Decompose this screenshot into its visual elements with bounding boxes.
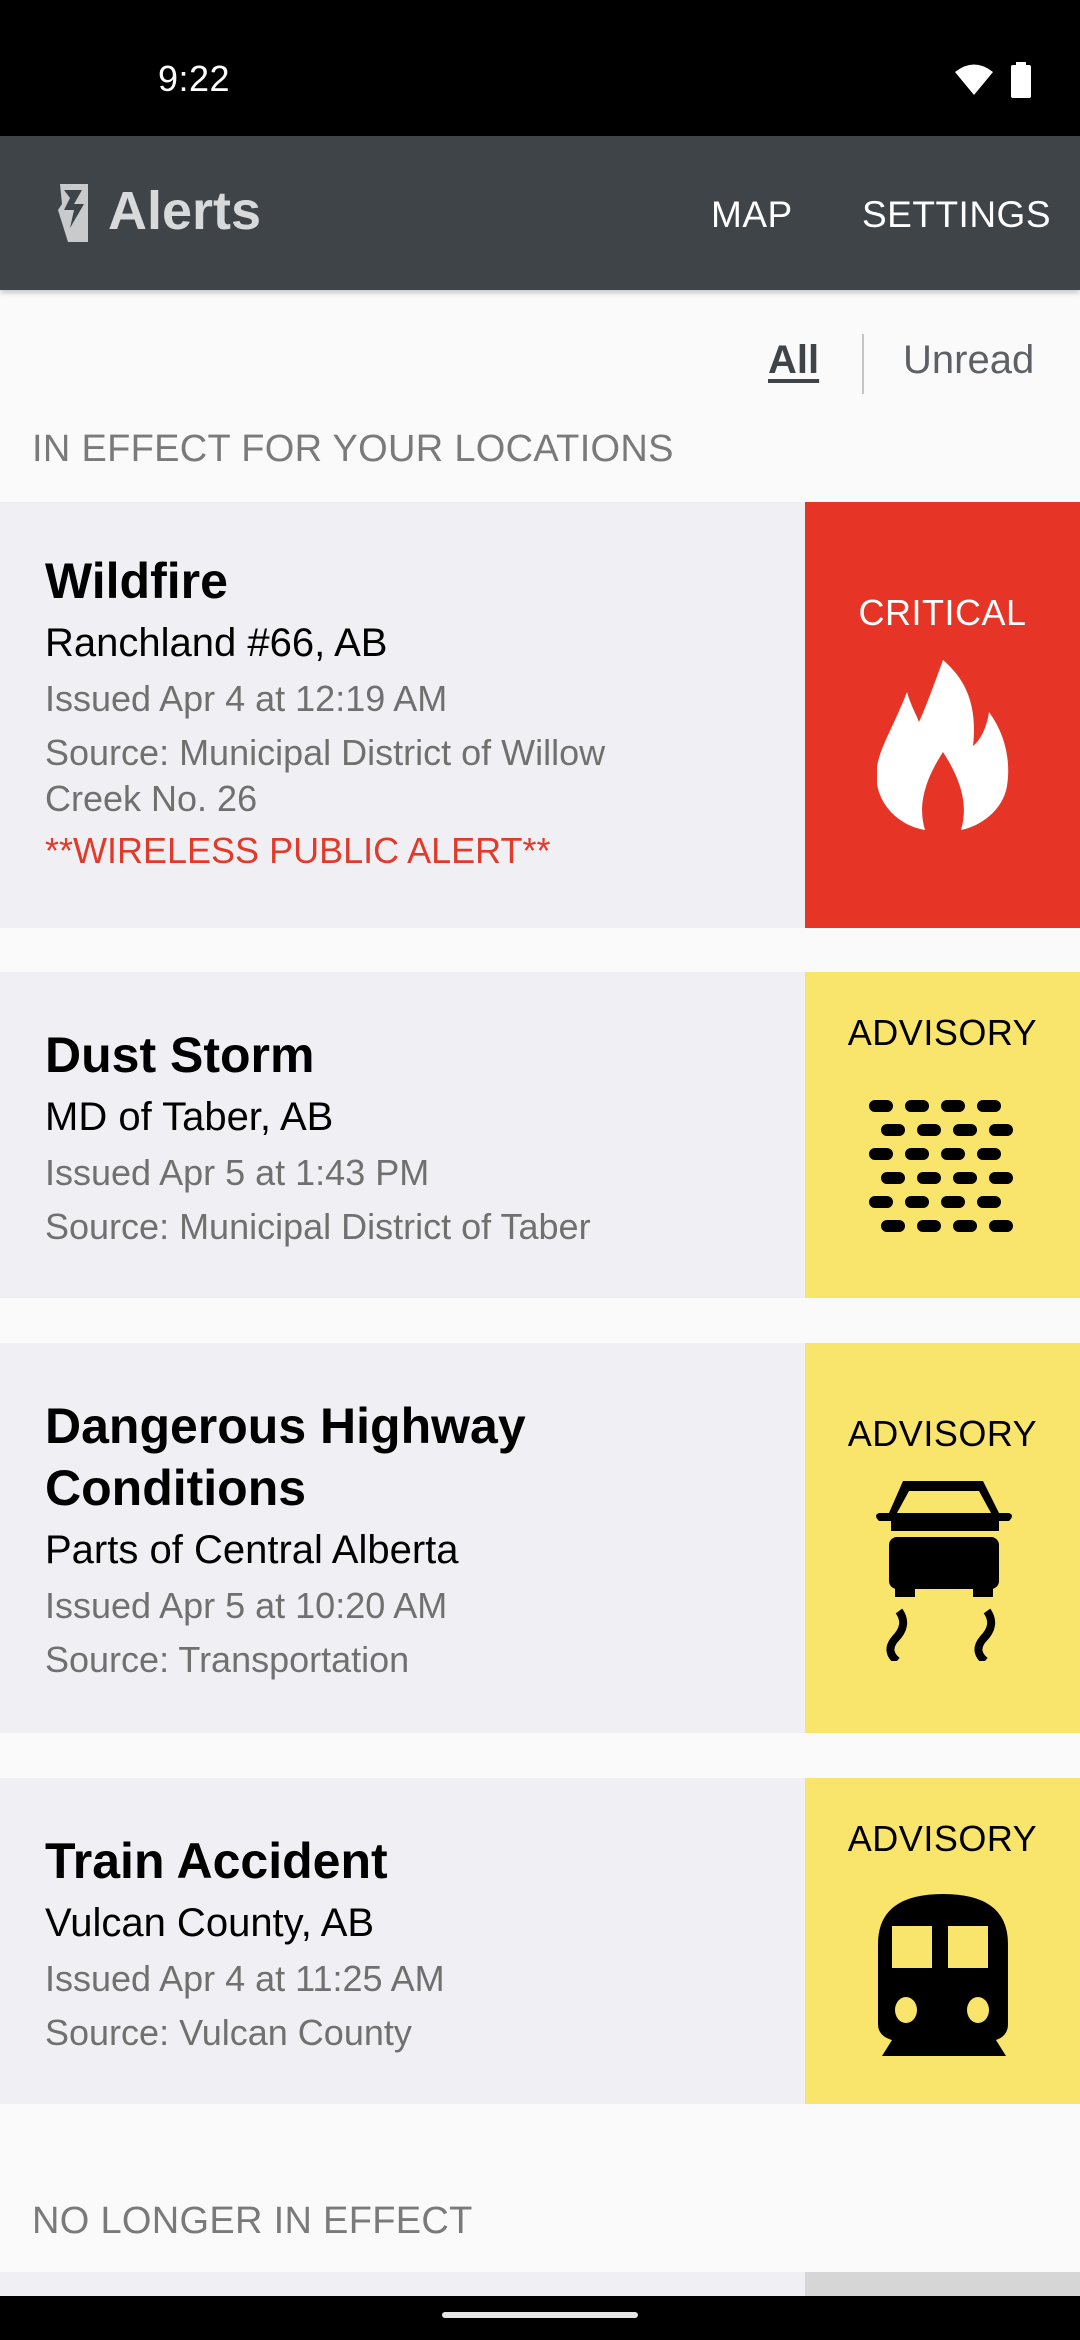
alert-source: Source: Municipal District of Willow Cre… bbox=[45, 732, 606, 819]
status-time: 9:22 bbox=[158, 58, 231, 99]
slippery-road-car-icon bbox=[875, 1481, 1012, 1661]
alert-issued: Issued Apr 4 at 12:19 AM bbox=[45, 678, 448, 719]
alert-source: Source: Transportation bbox=[45, 1639, 410, 1680]
alert-title: Dust Storm bbox=[45, 1027, 315, 1083]
app-title: Alerts bbox=[108, 181, 262, 241]
filter-all-tab[interactable]: All bbox=[768, 338, 819, 383]
alert-source: Source: Vulcan County bbox=[45, 2012, 412, 2053]
home-gesture-handle[interactable] bbox=[442, 2312, 638, 2318]
alert-card-train-accident[interactable]: Train Accident Vulcan County, AB Issued … bbox=[0, 1778, 1080, 2104]
alberta-lightning-logo-icon bbox=[58, 184, 96, 242]
alert-location: MD of Taber, AB bbox=[45, 1095, 334, 1139]
filter-divider bbox=[862, 334, 864, 394]
alert-card-dust-storm[interactable]: Dust Storm MD of Taber, AB Issued Apr 5 … bbox=[0, 972, 1080, 1298]
alert-card-expired[interactable] bbox=[0, 2272, 1080, 2296]
alert-location: Vulcan County, AB bbox=[45, 1901, 375, 1945]
system-nav-bar bbox=[0, 2296, 1080, 2340]
app-bar: Alerts MAP SETTINGS bbox=[0, 136, 1080, 290]
severity-label: ADVISORY bbox=[847, 1413, 1038, 1454]
severity-label: CRITICAL bbox=[858, 592, 1027, 633]
fire-icon bbox=[876, 660, 1008, 830]
settings-button[interactable]: SETTINGS bbox=[862, 194, 1051, 236]
alert-location: Ranchland #66, AB bbox=[45, 621, 388, 665]
battery-icon bbox=[1010, 62, 1032, 103]
wifi-icon bbox=[954, 63, 994, 102]
alert-issued: Issued Apr 5 at 1:43 PM bbox=[45, 1152, 430, 1193]
filter-unread-tab[interactable]: Unread bbox=[903, 338, 1034, 383]
wireless-public-alert-label: **WIRELESS PUBLIC ALERT** bbox=[45, 830, 551, 871]
alert-title: Train Accident bbox=[45, 1833, 388, 1889]
alert-location: Parts of Central Alberta bbox=[45, 1528, 459, 1572]
alert-issued: Issued Apr 4 at 11:25 AM bbox=[45, 1958, 445, 1999]
alert-title: Dangerous Highway Conditions bbox=[45, 1398, 526, 1516]
severity-badge-advisory: ADVISORY bbox=[805, 972, 1080, 1298]
severity-label: ADVISORY bbox=[847, 1818, 1038, 1859]
severity-badge-expired bbox=[805, 2272, 1080, 2296]
alert-card-dangerous-highway[interactable]: Dangerous Highway Conditions Parts of Ce… bbox=[0, 1343, 1080, 1733]
severity-badge-advisory: ADVISORY bbox=[805, 1778, 1080, 2104]
section-title-in-effect: IN EFFECT FOR YOUR LOCATIONS bbox=[32, 428, 674, 470]
section-title-no-longer-in-effect: NO LONGER IN EFFECT bbox=[32, 2200, 473, 2242]
alert-source: Source: Municipal District of Taber bbox=[45, 1206, 591, 1247]
severity-badge-critical: CRITICAL bbox=[805, 502, 1080, 928]
alert-card-wildfire[interactable]: Wildfire Ranchland #66, AB Issued Apr 4 … bbox=[0, 502, 1080, 928]
alert-issued: Issued Apr 5 at 10:20 AM bbox=[45, 1585, 448, 1626]
status-bar: 9:22 bbox=[0, 0, 1080, 136]
train-icon bbox=[877, 1894, 1008, 2056]
alert-title: Wildfire bbox=[45, 553, 228, 609]
map-button[interactable]: MAP bbox=[711, 194, 793, 236]
severity-label: ADVISORY bbox=[847, 1012, 1038, 1053]
severity-badge-advisory: ADVISORY bbox=[805, 1343, 1080, 1733]
dust-storm-icon bbox=[868, 1100, 1013, 1232]
